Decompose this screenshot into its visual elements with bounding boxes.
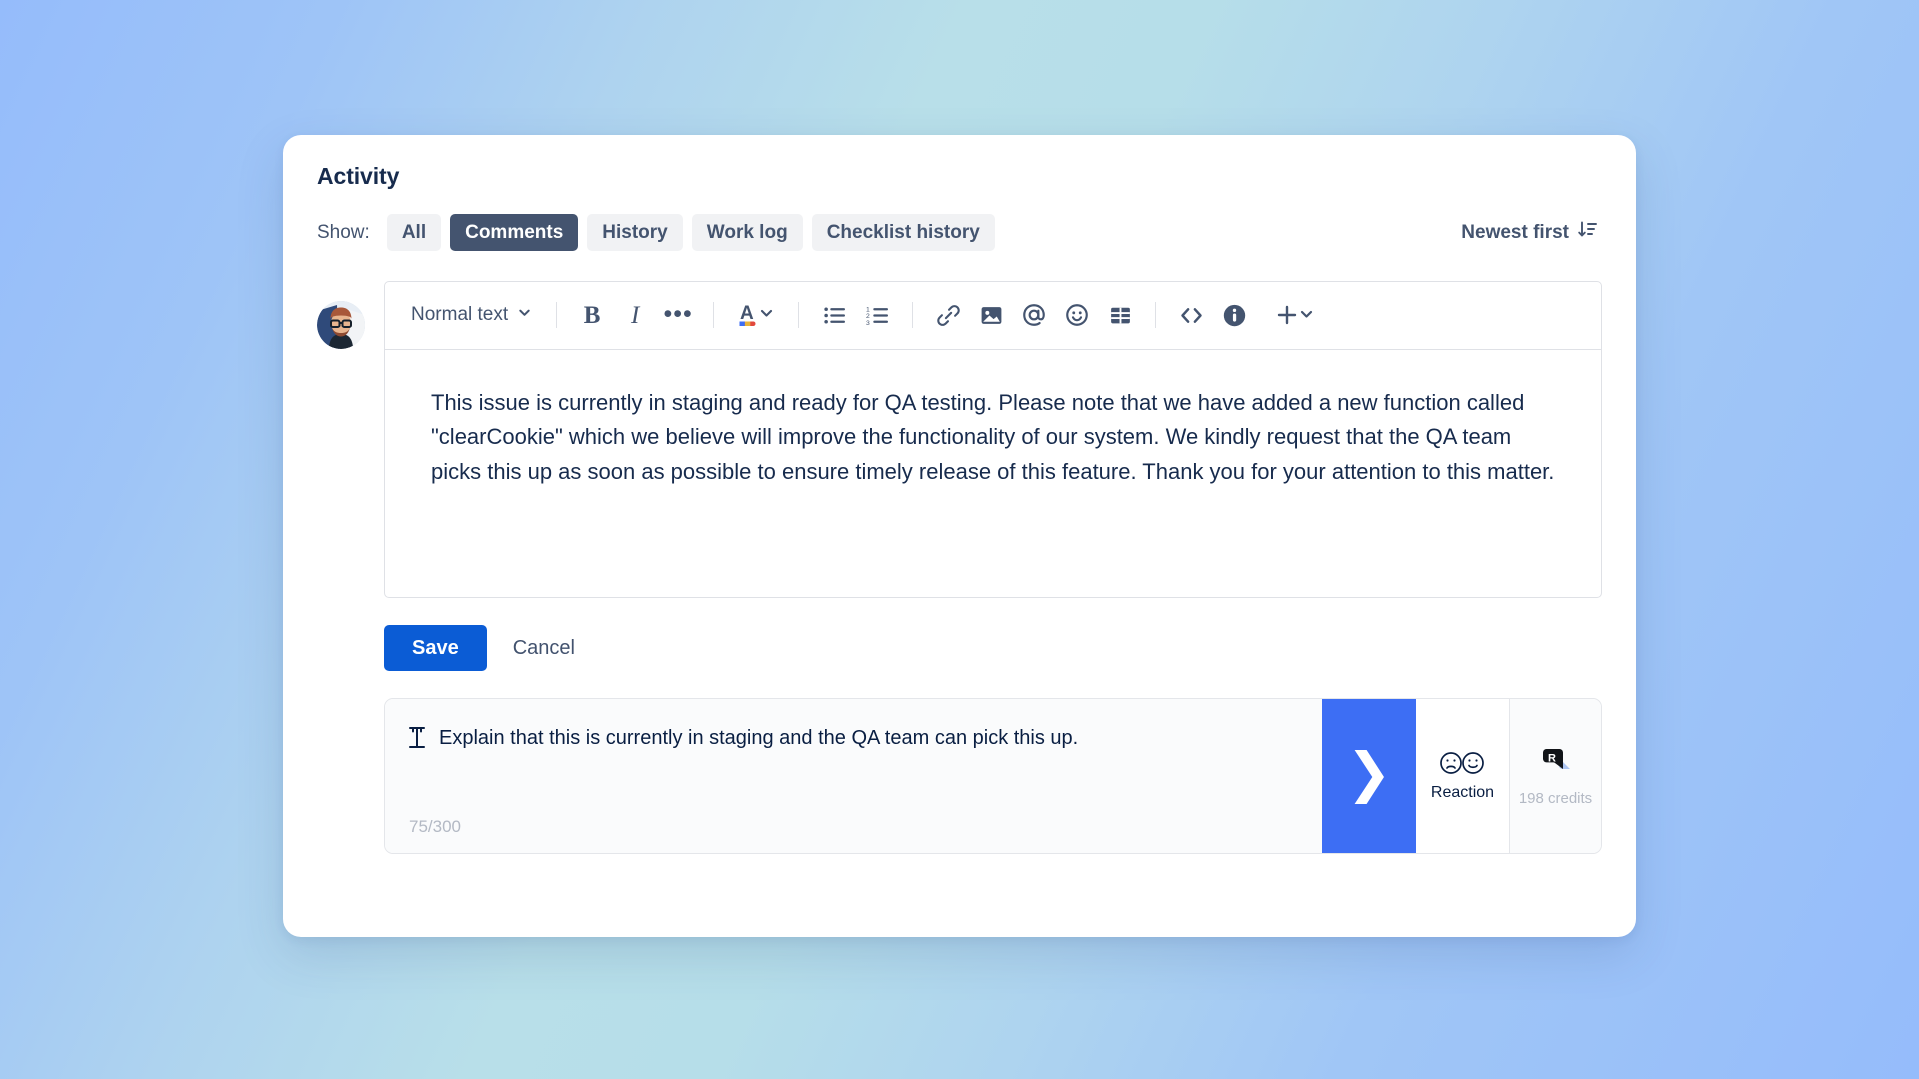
activity-card: Activity Show: All Comments History Work… <box>283 135 1636 937</box>
info-panel-button[interactable] <box>1215 296 1253 334</box>
reaction-button[interactable]: Reaction <box>1416 698 1509 853</box>
character-counter: 75/300 <box>409 816 461 836</box>
mention-button[interactable] <box>1015 296 1053 334</box>
bold-icon: B <box>583 301 601 329</box>
italic-button[interactable]: I <box>616 296 654 334</box>
ai-prompt-text: Explain that this is currently in stagin… <box>439 726 1079 749</box>
tab-all[interactable]: All <box>386 214 442 252</box>
tab-work-log[interactable]: Work log <box>691 214 803 252</box>
comment-input-area[interactable]: This issue is currently in staging and r… <box>385 350 1601 597</box>
toolbar-divider <box>1155 302 1157 329</box>
text-format-group: B I ••• <box>573 296 697 334</box>
tab-comments[interactable]: Comments <box>450 214 579 252</box>
tab-checklist-history[interactable]: Checklist history <box>811 214 995 252</box>
show-label: Show: <box>317 221 370 243</box>
reaction-label: Reaction <box>1430 784 1495 802</box>
screen: Activity Show: All Comments History Work… <box>0 0 1919 1079</box>
editor-actions: Save Cancel <box>384 624 1602 671</box>
comment-editor-row: Normal text B I ••• A 1 2 3 This issue i… <box>317 280 1602 854</box>
chevron-down-icon <box>517 304 532 326</box>
editor-toolbar: Normal text B I ••• A 1 2 3 <box>385 282 1601 350</box>
editor-column: Normal text B I ••• A 1 2 3 This issue i… <box>384 280 1602 854</box>
comment-text: This issue is currently in staging and r… <box>431 389 1555 485</box>
numbered-list-button[interactable]: 1 2 3 <box>858 296 896 334</box>
more-formatting-button[interactable]: ••• <box>659 296 697 334</box>
tab-history[interactable]: History <box>587 214 683 252</box>
chevron-right-icon: ❯ <box>1346 740 1392 804</box>
toolbar-divider <box>798 302 800 329</box>
code-button[interactable] <box>1172 296 1210 334</box>
insert-group <box>929 296 1139 334</box>
bullet-list-button[interactable] <box>815 296 853 334</box>
sort-order-label: Newest first <box>1461 221 1569 243</box>
toolbar-divider <box>556 302 558 329</box>
text-style-dropdown[interactable]: Normal text <box>403 298 540 332</box>
ai-submit-button[interactable]: ❯ <box>1322 698 1416 853</box>
text-cursor-icon <box>407 726 428 754</box>
advanced-group <box>1172 296 1323 334</box>
svg-text:A: A <box>740 303 754 324</box>
save-button[interactable]: Save <box>384 624 487 671</box>
ai-prompt-bar: Explain that this is currently in stagin… <box>384 697 1602 854</box>
image-button[interactable] <box>972 296 1010 334</box>
bold-button[interactable]: B <box>573 296 611 334</box>
cancel-button[interactable]: Cancel <box>495 625 593 671</box>
sort-descending-icon <box>1577 219 1598 246</box>
ai-prompt-input[interactable]: Explain that this is currently in stagin… <box>385 698 1322 853</box>
link-button[interactable] <box>929 296 967 334</box>
credits-indicator[interactable]: R 198 credits <box>1509 698 1601 853</box>
text-color-button[interactable]: A <box>730 296 782 334</box>
credits-label: 198 credits <box>1518 790 1593 808</box>
toolbar-divider <box>713 302 715 329</box>
svg-text:R: R <box>1548 753 1556 765</box>
italic-icon: I <box>630 301 640 329</box>
r-badge-icon: R <box>1539 745 1573 782</box>
sad-happy-faces-icon <box>1438 750 1488 776</box>
rich-text-editor: Normal text B I ••• A 1 2 3 This issue i… <box>384 280 1602 598</box>
activity-filter-row: Show: All Comments History Work log Chec… <box>317 213 1602 253</box>
svg-text:3: 3 <box>866 320 870 327</box>
toolbar-divider <box>912 302 914 329</box>
list-group: 1 2 3 <box>815 296 896 334</box>
insert-more-button[interactable] <box>1271 296 1323 334</box>
table-button[interactable] <box>1101 296 1139 334</box>
emoji-button[interactable] <box>1058 296 1096 334</box>
ellipsis-icon: ••• <box>663 300 693 329</box>
avatar[interactable] <box>317 300 365 349</box>
sort-order-control[interactable]: Newest first <box>1461 219 1602 246</box>
activity-tabs: All Comments History Work log Checklist … <box>386 214 995 252</box>
text-style-label: Normal text <box>411 304 509 326</box>
page-title: Activity <box>317 163 400 189</box>
